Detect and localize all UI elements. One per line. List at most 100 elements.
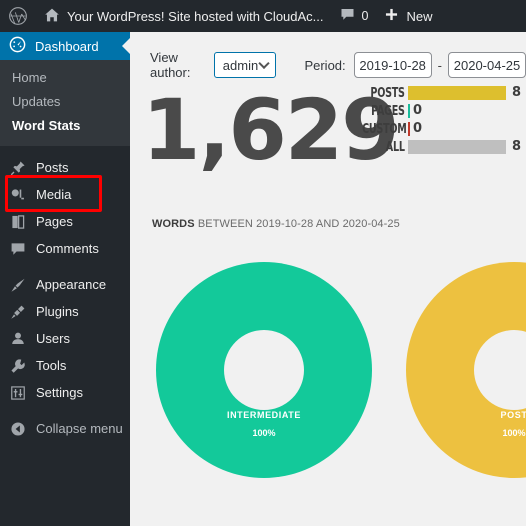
menu-separator-2: [0, 406, 130, 415]
words-heading-prefix: WORDS: [152, 218, 195, 230]
bar-value-posts: 8: [512, 85, 522, 100]
sidebar-item-label-comments: Comments: [36, 241, 99, 256]
wrench-icon: [9, 357, 27, 375]
comment-bubble-icon: [9, 240, 27, 258]
sidebar-item-comments[interactable]: Comments: [0, 235, 130, 262]
plus-icon: [384, 7, 399, 25]
bar-label-all: ALL: [385, 139, 405, 155]
bar-track-pages: 0: [408, 103, 524, 118]
bar-track-posts: 8: [408, 85, 524, 100]
chevron-down-icon: [258, 57, 271, 70]
donut-post-svg: [406, 262, 526, 478]
word-stats-panel: View author: admin Period: 2019-10-28 - …: [130, 32, 526, 526]
wp-logo-menu[interactable]: [0, 0, 36, 32]
sidebar-item-label-plugins: Plugins: [36, 304, 79, 319]
sidebar-item-label-media: Media: [36, 187, 72, 202]
home-icon: [44, 7, 60, 26]
view-author-label: View author:: [150, 50, 191, 80]
admin-bar: Your WordPress! Site hosted with CloudAc…: [0, 0, 526, 32]
bar-label-custom: CUSTOM: [362, 121, 407, 137]
bar-row-custom: CUSTOM 0: [352, 120, 524, 138]
sidebar-item-label-collapse: Collapse menu: [36, 421, 123, 436]
wordpress-admin-screen: Your WordPress! Site hosted with CloudAc…: [0, 0, 526, 526]
sidebar-item-label-pages: Pages: [36, 214, 73, 229]
donut-pct-intermediate: 100%: [252, 428, 276, 438]
sidebar-item-appearance[interactable]: Appearance: [0, 271, 130, 298]
pin-icon: [9, 159, 27, 177]
bar-track-custom: 0: [408, 121, 524, 136]
bar-value-custom: 0: [413, 121, 423, 136]
summary-stats-row: 1,629 POSTS 8 PAGES 0 CUSTOM 0 ALL 8: [130, 80, 526, 200]
sidebar-item-label-tools: Tools: [36, 358, 67, 373]
new-label: New: [406, 8, 433, 24]
author-select[interactable]: admin: [213, 52, 277, 78]
media-icon: [9, 186, 27, 204]
new-content-menu[interactable]: New: [376, 0, 440, 32]
site-name-menu[interactable]: Your WordPress! Site hosted with CloudAc…: [36, 0, 332, 32]
paintbrush-icon: [9, 276, 27, 294]
sidebar-item-label-settings: Settings: [36, 385, 83, 400]
comments-menu[interactable]: 0: [332, 0, 377, 32]
date-from-input[interactable]: 2019-10-28: [353, 52, 432, 78]
bar-fill-posts: [408, 86, 506, 100]
dashboard-submenu: Home Updates Word Stats: [0, 60, 130, 146]
bar-row-posts: POSTS 8: [352, 84, 524, 102]
sidebar-item-dashboard[interactable]: Dashboard: [0, 32, 130, 60]
site-title: Your WordPress! Site hosted with CloudAc…: [67, 8, 324, 24]
comment-count: 0: [361, 9, 369, 23]
bar-value-all: 8: [512, 139, 522, 154]
donut-label-intermediate: INTERMEDIATE: [226, 410, 302, 420]
author-select-value: admin: [222, 57, 259, 73]
sidebar-item-posts[interactable]: Posts: [0, 154, 130, 181]
pages-icon: [9, 213, 27, 231]
sidebar-menu-list: Posts Media Pages Comments Appearance Pl…: [0, 146, 130, 442]
sidebar-item-label-appearance: Appearance: [36, 277, 107, 292]
bar-fill-custom: [408, 122, 410, 136]
bar-row-all: ALL 8: [352, 138, 524, 156]
period-label: Period:: [304, 57, 346, 73]
bar-track-all: 8: [408, 139, 524, 154]
bar-label-posts: POSTS: [370, 85, 405, 101]
sidebar-item-label-users: Users: [36, 331, 70, 346]
words-heading-range: BETWEEN 2019-10-28 AND 2020-04-25: [194, 218, 400, 230]
sidebar-item-label-posts: Posts: [36, 160, 69, 175]
bar-row-pages: PAGES 0: [352, 102, 524, 120]
date-range-separator: -: [437, 57, 442, 73]
words-section-heading: WORDS BETWEEN 2019-10-28 AND 2020-04-25: [130, 200, 526, 230]
sidebar-item-pages[interactable]: Pages: [0, 208, 130, 235]
user-icon: [9, 330, 27, 348]
submenu-item-word-stats[interactable]: Word Stats: [0, 114, 130, 138]
wordpress-logo-icon: [8, 6, 28, 26]
sidebar-item-label-dashboard: Dashboard: [35, 38, 99, 54]
sidebar-item-collapse-menu[interactable]: Collapse menu: [0, 415, 130, 442]
dashboard-gauge-icon: [9, 36, 26, 56]
comment-bubble-icon: [340, 7, 355, 25]
content-type-bar-chart: POSTS 8 PAGES 0 CUSTOM 0 ALL 8: [352, 84, 524, 156]
plug-icon: [9, 303, 27, 321]
bar-fill-pages: [408, 104, 410, 118]
period-controls: Period: 2019-10-28 - 2020-04-25: [304, 52, 526, 78]
date-to-input[interactable]: 2020-04-25: [448, 52, 526, 78]
sidebar-item-tools[interactable]: Tools: [0, 352, 130, 379]
sidebar-item-users[interactable]: Users: [0, 325, 130, 352]
donut-pct-post: 100%: [502, 428, 526, 438]
donut-charts-row: INTERMEDIATE 100% POST 100%: [130, 230, 526, 478]
submenu-item-updates[interactable]: Updates: [0, 90, 130, 114]
filter-bar: View author: admin Period: 2019-10-28 - …: [130, 32, 526, 80]
submenu-item-home[interactable]: Home: [0, 66, 130, 90]
donut-label-post: POST: [500, 410, 526, 420]
sidebar-item-settings[interactable]: Settings: [0, 379, 130, 406]
bar-fill-all: [408, 140, 506, 154]
admin-sidebar: Dashboard Home Updates Word Stats Posts: [0, 32, 130, 526]
donut-chart-post: POST 100%: [406, 262, 526, 478]
sidebar-item-plugins[interactable]: Plugins: [0, 298, 130, 325]
bar-value-pages: 0: [413, 103, 423, 118]
bar-label-pages: PAGES: [371, 103, 405, 119]
collapse-arrow-icon: [9, 420, 27, 438]
sliders-icon: [9, 384, 27, 402]
menu-separator: [0, 262, 130, 271]
donut-chart-intermediate: INTERMEDIATE 100%: [156, 262, 372, 478]
donut-intermediate-svg: [156, 262, 372, 478]
active-menu-arrow: [122, 38, 130, 54]
sidebar-item-media[interactable]: Media: [0, 181, 130, 208]
